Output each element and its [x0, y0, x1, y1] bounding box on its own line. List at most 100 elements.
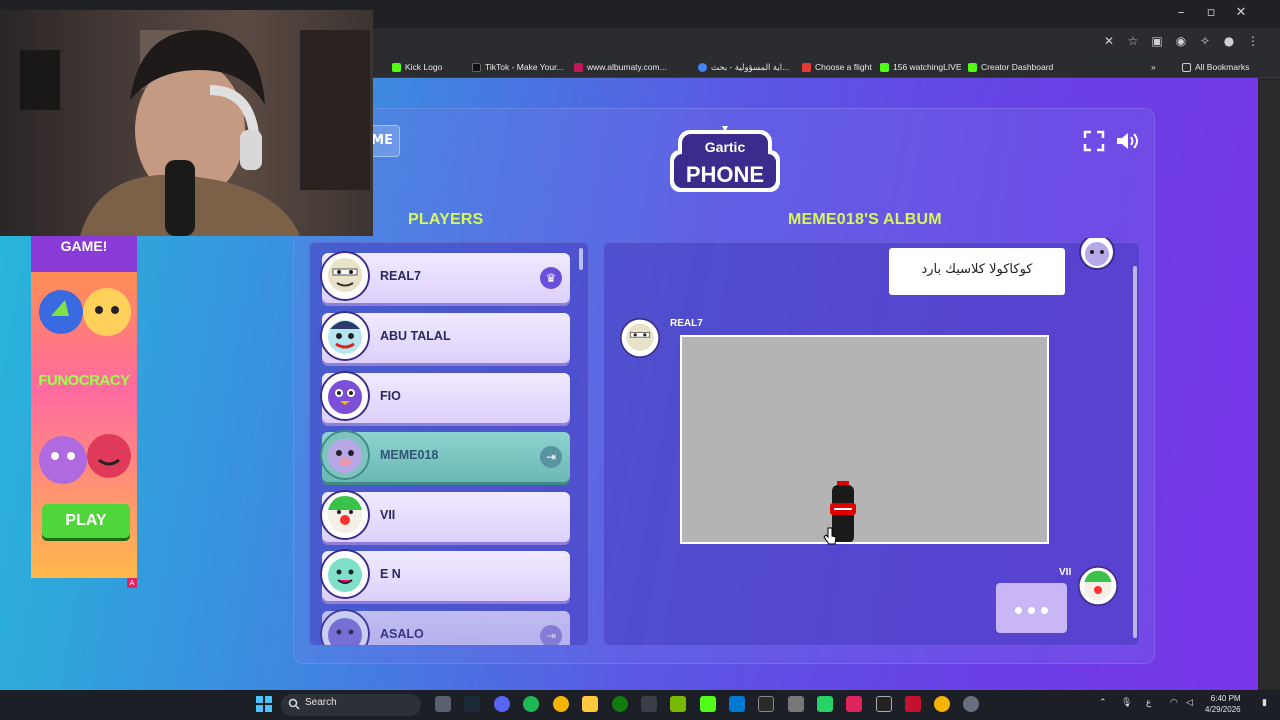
ad-play-button[interactable]: PLAY [42, 504, 130, 538]
player-name: FIO [380, 389, 401, 403]
crown-icon: ♛ [540, 267, 562, 289]
svg-text:Gartic: Gartic [705, 139, 746, 155]
search-icon [288, 698, 300, 710]
player-row[interactable]: REAL7 ♛ [320, 251, 570, 303]
microphone-icon[interactable]: 🎙 [1121, 697, 1132, 708]
profile-icon[interactable]: ● [1222, 34, 1236, 48]
bookmark-item[interactable]: TikTok - Make Your... [472, 60, 564, 74]
player-name: REAL7 [380, 269, 421, 283]
camera-app-icon[interactable] [435, 696, 451, 712]
player-row[interactable]: ABU TALAL [320, 311, 570, 363]
bookmark-item[interactable]: Kick Logo [392, 60, 442, 74]
player-avatar-icon [320, 371, 370, 421]
bookmark-item[interactable]: Choose a flight [802, 60, 872, 74]
chrome-app-icon[interactable] [553, 696, 569, 712]
notification-icon[interactable]: ▮ [1262, 697, 1267, 708]
ad-headline: GAME! [60, 238, 108, 254]
player-row-selected[interactable]: MEME018 ⇥ [320, 430, 570, 482]
player-name: ABU TALAL [380, 329, 451, 343]
next-author-name: VII [1059, 567, 1072, 578]
puzzle-icon[interactable]: ✧ [1198, 34, 1212, 48]
bookmarks-overflow[interactable]: » [1151, 60, 1156, 74]
app-icon[interactable] [729, 696, 745, 712]
hand-cursor-icon [823, 527, 837, 545]
minimize-button[interactable]: – [1166, 5, 1196, 20]
player-avatar-icon [320, 490, 370, 540]
app-icon[interactable] [846, 696, 862, 712]
bookmark-item[interactable]: www.albumaty.com... [574, 60, 667, 74]
app-icon[interactable] [876, 696, 892, 712]
player-avatar-icon [320, 251, 370, 301]
whatsapp-app-icon[interactable] [817, 696, 833, 712]
album-text-bubble: كوكاكولا كلاسيك بارد [889, 248, 1065, 295]
player-row[interactable]: FIO [320, 371, 570, 423]
windows-taskbar [0, 690, 1280, 720]
recycle-bin-icon[interactable] [788, 696, 804, 712]
settings-app-icon[interactable] [963, 696, 979, 712]
spotify-app-icon[interactable] [523, 696, 539, 712]
ad-choices-icon[interactable]: A [127, 578, 137, 588]
players-list: REAL7 ♛ ABU TALAL FIO MEME018 ⇥ VII E N … [309, 242, 589, 646]
player-name: MEME018 [380, 448, 439, 462]
windows-start-icon[interactable] [256, 696, 272, 712]
nvidia-app-icon[interactable] [670, 696, 686, 712]
all-bookmarks[interactable]: All Bookmarks [1182, 60, 1249, 74]
typing-indicator [996, 583, 1067, 633]
album-title: MEME018'S ALBUM [788, 211, 942, 228]
tray-overflow-icon[interactable]: ⌃ [1099, 697, 1107, 708]
player-avatar-icon [320, 549, 370, 599]
player-name: E N [380, 567, 401, 581]
webcam-overlay [0, 10, 373, 236]
player-row[interactable]: VII [320, 490, 570, 542]
file-explorer-icon[interactable] [582, 696, 598, 712]
discord-app-icon[interactable] [494, 696, 510, 712]
players-scrollbar[interactable] [579, 248, 583, 270]
adobe-app-icon[interactable] [905, 696, 921, 712]
ad-characters-icon [39, 288, 131, 336]
svg-text:PHONE: PHONE [686, 162, 764, 187]
screenshot-icon[interactable]: ▣ [1150, 34, 1164, 48]
player-avatar-icon [320, 609, 370, 645]
maximize-button[interactable]: ▫ [1196, 5, 1226, 20]
close-button[interactable]: ✕ [1226, 5, 1256, 20]
exit-icon: ⇥ [540, 625, 562, 645]
wifi-icon[interactable]: ◠ [1170, 697, 1178, 708]
taskbar-search[interactable] [281, 694, 421, 716]
bookmark-item[interactable]: 156 watchingLIVE [880, 60, 962, 74]
players-title: PLAYERS [408, 211, 484, 228]
toolbar-icons: ✕ ☆ ▣ ◉ ✧ ● ⋮ [1102, 34, 1260, 48]
bookmark-item[interactable]: Creator Dashboard [968, 60, 1053, 74]
menu-icon[interactable]: ⋮ [1246, 34, 1260, 48]
star-icon[interactable]: ☆ [1126, 34, 1140, 48]
bookmark-item[interactable]: اية المسؤولية - بحث... [698, 60, 789, 74]
store-app-icon[interactable] [641, 696, 657, 712]
volume-tray-icon[interactable]: ◁ [1186, 697, 1193, 708]
game-advertisement[interactable]: GAME! FUNOCRACY PLAY [31, 236, 137, 578]
player-avatar-icon [320, 430, 370, 480]
chrome-active-icon[interactable] [934, 696, 950, 712]
search-label: Search [305, 697, 337, 708]
ad-brand: FUNOCRACY [38, 372, 130, 389]
volume-icon[interactable] [1114, 129, 1138, 153]
player-row[interactable]: ASALO ⇥ [320, 609, 570, 645]
fullscreen-icon[interactable] [1082, 129, 1106, 153]
player-row[interactable]: E N [320, 549, 570, 601]
exit-icon: ⇥ [540, 446, 562, 468]
extension-icon[interactable]: ◉ [1174, 34, 1188, 48]
player-avatar-icon [320, 311, 370, 361]
system-clock[interactable]: 6:40 PM 4/29/2026 [1205, 693, 1241, 715]
album-scrollbar[interactable] [1133, 266, 1137, 638]
album-drawing [680, 335, 1049, 544]
capcut-app-icon[interactable] [758, 696, 774, 712]
mute-icon[interactable]: ✕ [1102, 34, 1116, 48]
author-avatar-icon [620, 318, 660, 358]
language-indicator[interactable]: ع [1146, 697, 1151, 708]
xbox-app-icon[interactable] [612, 696, 628, 712]
gartic-phone-logo: Gartic PHONE [666, 124, 784, 196]
kick-app-icon[interactable] [700, 696, 716, 712]
page-scrollbar[interactable] [1258, 78, 1280, 690]
steam-app-icon[interactable] [464, 696, 480, 712]
player-name: VII [380, 508, 396, 522]
drawing-author-name: REAL7 [670, 318, 703, 329]
author-avatar-icon [1079, 238, 1115, 270]
